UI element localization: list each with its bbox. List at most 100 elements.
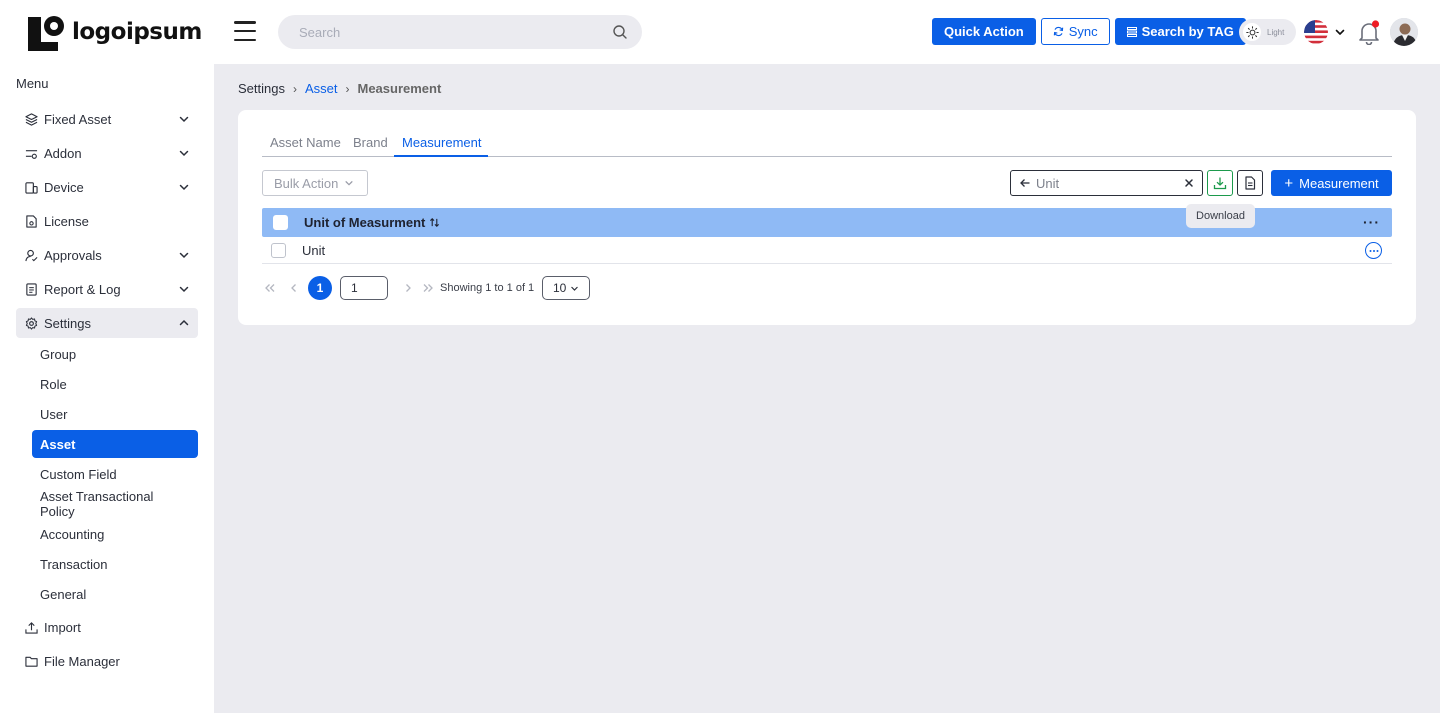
- page-number-current[interactable]: 1: [308, 276, 332, 300]
- select-all-checkbox[interactable]: [273, 215, 288, 230]
- sidebar-item-device[interactable]: Device: [16, 172, 198, 202]
- bell-icon[interactable]: [1356, 19, 1382, 45]
- chevron-up-icon: [179, 319, 189, 326]
- column-header-unit[interactable]: Unit of Measurment: [304, 215, 440, 230]
- chevron-down-icon: [179, 252, 189, 259]
- layers-icon: [24, 112, 38, 126]
- top-header: logoipsum Quick Action Sync: [0, 0, 1440, 64]
- sidebar-subitem-role[interactable]: Role: [32, 370, 198, 398]
- download-icon: [1213, 177, 1227, 190]
- arrow-left-icon[interactable]: [1019, 177, 1031, 189]
- tab-measurement[interactable]: Measurement: [402, 135, 481, 150]
- chevron-down-icon: [179, 150, 189, 157]
- sidebar-item-file-manager[interactable]: File Manager: [16, 646, 198, 676]
- breadcrumb-section[interactable]: Asset: [305, 81, 338, 96]
- sun-icon: [1243, 23, 1261, 41]
- add-measurement-label: Measurement: [1299, 175, 1379, 191]
- sidebar-item-report-log[interactable]: Report & Log: [16, 274, 198, 304]
- logo[interactable]: logoipsum: [28, 13, 202, 51]
- bulk-action-dropdown[interactable]: Bulk Action: [262, 170, 368, 196]
- sidebar-subitem-general[interactable]: General: [32, 580, 198, 608]
- breadcrumb-current: Measurement: [357, 81, 442, 96]
- content-card: Asset Name Brand Measurement Bulk Action…: [238, 110, 1416, 325]
- pagination-info: Showing 1 to 1 of 1: [440, 282, 535, 294]
- filter-field: [1010, 170, 1203, 196]
- quick-action-button[interactable]: Quick Action: [932, 18, 1036, 45]
- chevron-down-icon: [179, 184, 189, 191]
- menu-title: Menu: [16, 76, 49, 91]
- sidebar-subitem-group[interactable]: Group: [32, 340, 198, 368]
- sidebar-item-label: Import: [44, 619, 81, 635]
- sidebar-subitem-accounting[interactable]: Accounting: [32, 520, 198, 548]
- page-jump-input[interactable]: [340, 276, 388, 300]
- download-button[interactable]: [1207, 170, 1233, 196]
- breadcrumb: Settings › Asset › Measurement: [238, 81, 441, 96]
- us-flag-icon[interactable]: [1304, 20, 1328, 44]
- row-actions-icon[interactable]: [1365, 242, 1382, 259]
- bulk-action-label: Bulk Action: [274, 175, 339, 191]
- download-tooltip: Download: [1186, 204, 1255, 228]
- search-bar: [278, 15, 642, 49]
- pagination: 1 Showing 1 to 1 of 1 10: [262, 276, 591, 300]
- sidebar-item-label: Settings: [44, 315, 91, 331]
- sidebar-item-approvals[interactable]: Approvals: [16, 240, 198, 270]
- sidebar-item-fixed-asset[interactable]: Fixed Asset: [16, 104, 198, 134]
- sidebar-item-license[interactable]: License: [16, 206, 198, 236]
- sync-button[interactable]: Sync: [1040, 18, 1110, 45]
- theme-toggle[interactable]: Light: [1239, 19, 1296, 45]
- sidebar-item-addon[interactable]: Addon: [16, 138, 198, 168]
- column-header-label: Unit of Measurment: [304, 215, 426, 230]
- report-icon: [24, 282, 38, 296]
- add-measurement-button[interactable]: + Measurement: [1271, 170, 1392, 196]
- chevron-down-icon[interactable]: [1334, 26, 1346, 38]
- chevron-down-icon: [571, 286, 579, 291]
- next-page-icon[interactable]: [400, 280, 416, 296]
- sidebar-item-import[interactable]: Import: [16, 612, 198, 642]
- search-icon[interactable]: [612, 24, 628, 40]
- last-page-icon[interactable]: [420, 280, 436, 296]
- document-icon: [1245, 176, 1256, 190]
- page-size-select[interactable]: 10: [542, 276, 591, 300]
- search-by-tag-button[interactable]: Search by TAG: [1114, 18, 1246, 45]
- filter-input[interactable]: [1036, 175, 1179, 191]
- sidebar-item-label: License: [44, 213, 89, 229]
- user-check-icon: [24, 248, 38, 262]
- sidebar-item-label: Device: [44, 179, 84, 195]
- logo-mark-icon: [28, 16, 64, 51]
- prev-page-icon[interactable]: [286, 280, 302, 296]
- document-button[interactable]: [1237, 170, 1263, 196]
- avatar[interactable]: [1390, 18, 1418, 46]
- sidebar-subitem-asset-transactional-policy[interactable]: Asset Transactional Policy: [32, 489, 198, 519]
- tab-brand[interactable]: Brand: [353, 135, 388, 150]
- logo-text: logoipsum: [72, 19, 202, 45]
- sort-icon: [430, 218, 440, 227]
- sidebar-item-settings[interactable]: Settings: [16, 308, 198, 338]
- column-options-icon[interactable]: ···: [1363, 214, 1380, 230]
- sync-icon: [1053, 26, 1063, 37]
- tab-asset-name[interactable]: Asset Name: [270, 135, 341, 150]
- theme-label: Light: [1267, 27, 1285, 37]
- breadcrumb-root[interactable]: Settings: [238, 81, 285, 96]
- table-cell-unit: Unit: [302, 243, 326, 258]
- close-icon[interactable]: [1184, 178, 1194, 188]
- tab-bar: Asset Name Brand Measurement: [262, 130, 1392, 157]
- chevron-down-icon: [179, 286, 189, 293]
- sidebar-subitem-custom-field[interactable]: Custom Field: [32, 460, 198, 488]
- chevron-down-icon: [179, 116, 189, 123]
- search-input[interactable]: [299, 24, 612, 40]
- list-icon: [1126, 26, 1137, 37]
- chevron-down-icon: [345, 181, 353, 186]
- chevron-right-icon: ›: [345, 81, 350, 96]
- first-page-icon[interactable]: [262, 280, 278, 296]
- sidebar-item-label: File Manager: [44, 653, 120, 669]
- table-row[interactable]: Unit: [262, 237, 1392, 264]
- upload-icon: [24, 620, 38, 634]
- chevron-right-icon: ›: [292, 81, 297, 96]
- menu-toggle-icon[interactable]: [234, 21, 256, 41]
- sidebar-subitem-user[interactable]: User: [32, 400, 198, 428]
- row-checkbox[interactable]: [271, 243, 286, 258]
- sidebar-subitem-transaction[interactable]: Transaction: [32, 550, 198, 578]
- sidebar-subitem-asset[interactable]: Asset: [32, 430, 198, 458]
- header-actions: Quick Action Sync Search by TAG: [932, 18, 1246, 45]
- sidebar-item-label: Fixed Asset: [44, 111, 112, 127]
